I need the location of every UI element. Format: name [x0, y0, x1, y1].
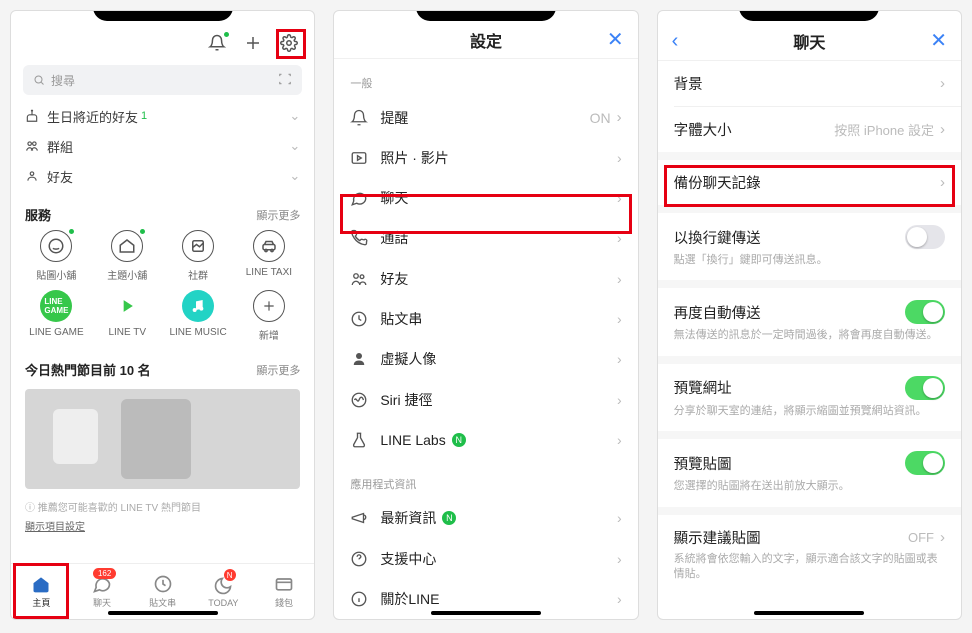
row-support[interactable]: 支援中心›: [334, 538, 637, 578]
tab-wallet[interactable]: 錢包: [254, 564, 315, 619]
home-indicator: [431, 611, 541, 615]
service-add[interactable]: 新增: [233, 290, 304, 342]
toggle-switch[interactable]: [905, 451, 945, 475]
group-app-info: 應用程式資訊: [334, 460, 637, 498]
row-photo[interactable]: 照片 · 影片›: [334, 138, 637, 178]
show-more-services[interactable]: 顯示更多: [256, 207, 300, 223]
chevron-down-icon: ⌄: [289, 168, 300, 184]
row-timeline[interactable]: 貼文串›: [334, 299, 637, 339]
page-title: 聊天: [793, 29, 825, 53]
taxi-icon: [253, 230, 285, 262]
scan-icon[interactable]: [278, 72, 292, 89]
toggle-switch[interactable]: [905, 376, 945, 400]
row-news[interactable]: 最新資訊N›: [334, 498, 637, 538]
trending-banner[interactable]: [25, 389, 300, 489]
new-badge: N: [452, 433, 466, 447]
openchat-icon: [182, 230, 214, 262]
row-background[interactable]: 背景›: [658, 61, 961, 106]
group-general: 一般: [334, 59, 637, 97]
plus-icon: [253, 290, 285, 322]
row-enter-send[interactable]: 以換行鍵傳送點選「換行」鍵即可傳送訊息。: [658, 213, 961, 280]
toggle-switch[interactable]: [905, 300, 945, 324]
row-remind[interactable]: 提醒ON›: [334, 97, 637, 137]
play-icon: [111, 290, 143, 322]
home-indicator: [754, 611, 864, 615]
display-settings-link[interactable]: 顯示項目設定: [11, 516, 314, 543]
close-icon[interactable]: ✕: [930, 31, 947, 51]
trending-title: 今日熱門節目前 10 名: [25, 360, 151, 379]
service-line-tv[interactable]: LINE TV: [92, 290, 163, 342]
service-openchat[interactable]: 社群: [163, 230, 234, 282]
home-indicator: [108, 611, 218, 615]
screen-home: 搜尋 生日將近的好友 1 ⌄ 群組 ⌄ 好友 ⌄ 服務 顯示更多 貼圖小舖 主題…: [10, 10, 315, 620]
row-siri[interactable]: Siri 捷徑›: [334, 380, 637, 420]
row-preview-url[interactable]: 預覽網址分享於聊天室的連結，將顯示縮圖並預覽網站資訊。: [658, 364, 961, 431]
row-friends[interactable]: 好友 ⌄: [25, 161, 300, 191]
row-groups[interactable]: 群組 ⌄: [25, 131, 300, 161]
row-birthday-friends[interactable]: 生日將近的好友 1 ⌄: [25, 101, 300, 131]
services-heading: 服務: [25, 205, 51, 224]
row-labs[interactable]: LINE LabsN›: [334, 420, 637, 460]
toggle-switch[interactable]: [905, 225, 945, 249]
chevron-down-icon: ⌄: [289, 138, 300, 154]
row-chat[interactable]: 聊天›: [334, 178, 637, 218]
service-taxi[interactable]: LINE TAXI: [233, 230, 304, 282]
search-input[interactable]: 搜尋: [23, 65, 302, 95]
plus-icon[interactable]: [244, 34, 262, 52]
page-title: 設定: [470, 28, 502, 52]
row-backup[interactable]: 備份聊天記錄›: [658, 160, 961, 205]
bell-icon[interactable]: [208, 34, 226, 52]
show-more-trending[interactable]: 顯示更多: [256, 362, 300, 378]
game-icon: LINEGAME: [40, 290, 72, 322]
home-icon: [111, 230, 143, 262]
screen-chat-settings: ‹ 聊天 ✕ 背景› 字體大小按照 iPhone 設定› 備份聊天記錄› 以換行…: [657, 10, 962, 620]
service-line-music[interactable]: LINE MUSIC: [163, 290, 234, 342]
music-icon: [182, 290, 214, 322]
service-sticker-shop[interactable]: 貼圖小舖: [21, 230, 92, 282]
trending-caption: ⓘ 推薦您可能喜歡的 LINE TV 熱門節目: [11, 493, 314, 516]
service-theme-shop[interactable]: 主題小舖: [92, 230, 163, 282]
row-call[interactable]: 通話›: [334, 218, 637, 258]
tab-home[interactable]: 主頁: [11, 564, 72, 619]
close-icon[interactable]: ✕: [607, 30, 624, 50]
chevron-down-icon: ⌄: [289, 108, 300, 124]
row-avatar[interactable]: 虛擬人像›: [334, 339, 637, 379]
screen-settings: 設定 ✕ 一般 提醒ON› 照片 · 影片› 聊天› 通話› 好友› 貼文串› …: [333, 10, 638, 620]
service-line-game[interactable]: LINEGAMELINE GAME: [21, 290, 92, 342]
back-icon[interactable]: ‹: [672, 31, 679, 51]
new-badge: N: [442, 511, 456, 525]
search-placeholder: 搜尋: [51, 72, 75, 89]
row-preview-sticker[interactable]: 預覽貼圖您選擇的貼圖將在送出前放大顯示。: [658, 439, 961, 506]
row-suggest-sticker[interactable]: 顯示建議貼圖OFF›系統將會依您輸入的文字，顯示適合該文字的貼圖或表情貼。: [658, 515, 961, 595]
smile-icon: [40, 230, 72, 262]
row-resend[interactable]: 再度自動傳送無法傳送的訊息於一定時間過後，將會再度自動傳送。: [658, 288, 961, 355]
row-friends[interactable]: 好友›: [334, 259, 637, 299]
row-font-size[interactable]: 字體大小按照 iPhone 設定›: [658, 107, 961, 152]
gear-icon[interactable]: [280, 34, 298, 52]
